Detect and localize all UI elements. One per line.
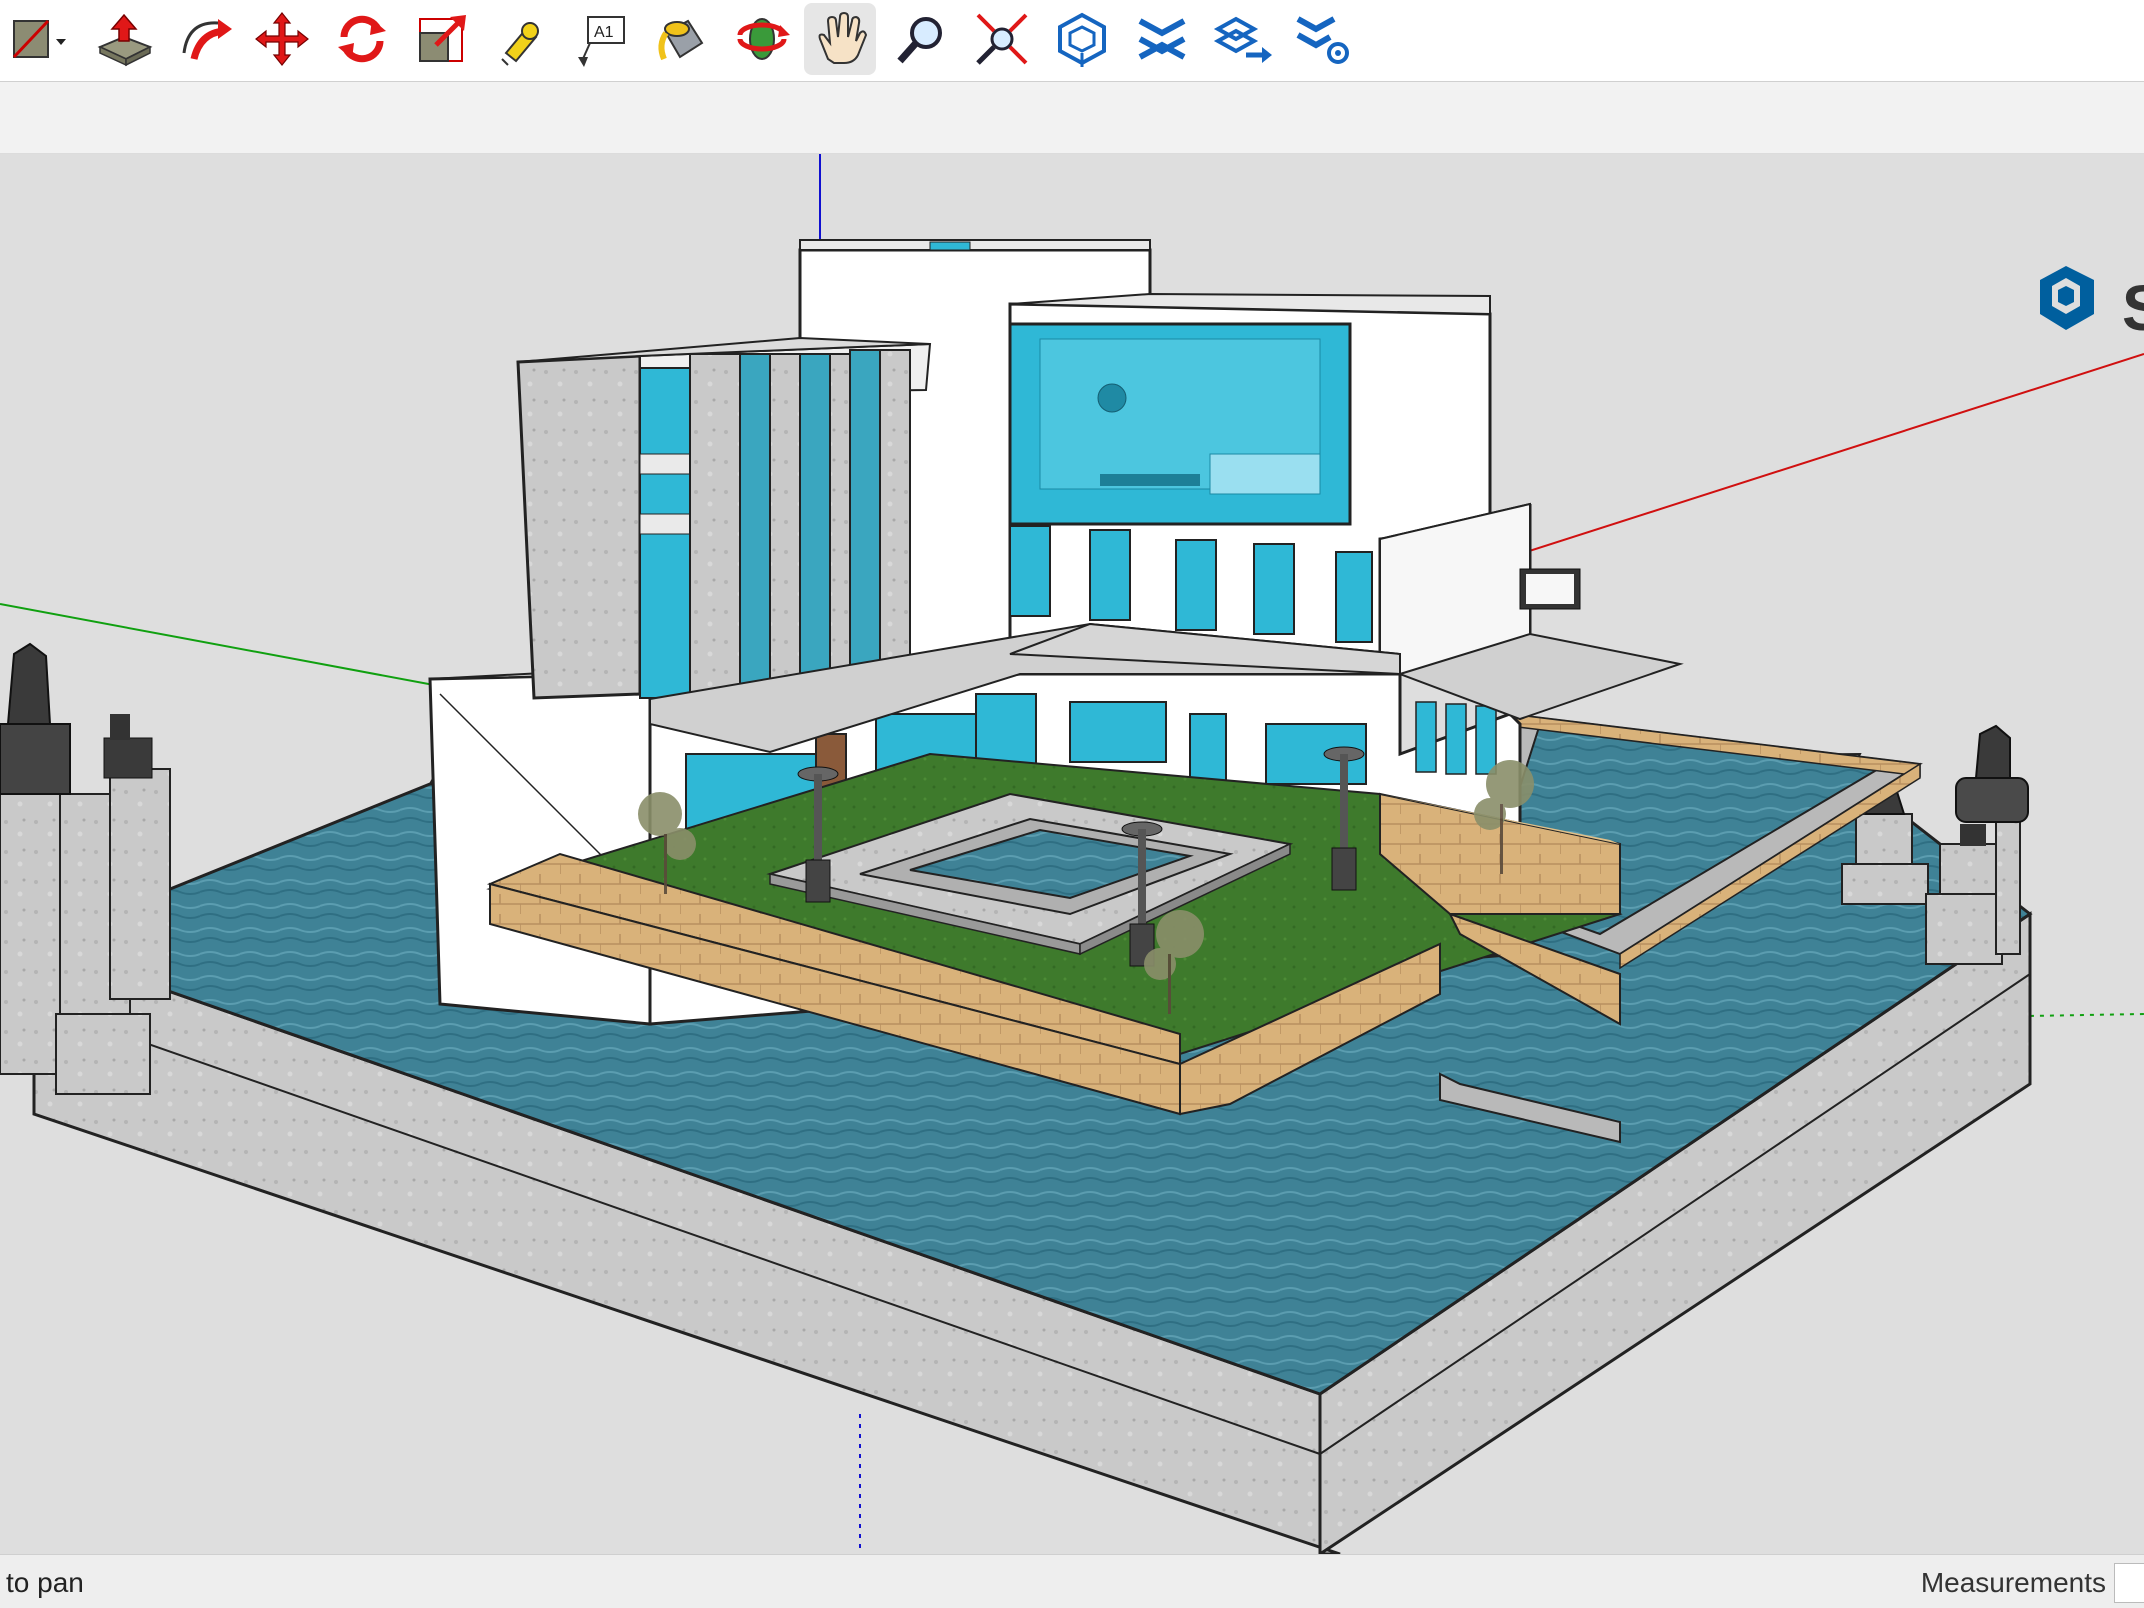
extension-warehouse-icon: [1138, 18, 1186, 60]
zoom-extents-icon: [976, 13, 1028, 65]
move-tool-button[interactable]: [246, 3, 318, 75]
push-pull-tool-button[interactable]: [88, 3, 160, 75]
tape-measure-icon: [501, 22, 539, 66]
orbit-icon: [737, 18, 790, 60]
window: [1089, 529, 1131, 621]
pan-tool-button[interactable]: [804, 3, 876, 75]
zoom-icon: [897, 17, 942, 64]
measurements-label: Measurements: [1920, 1567, 2106, 1598]
status-bar: to pan Measurements: [0, 1554, 2144, 1608]
paint-bucket-tool-button[interactable]: [646, 3, 718, 75]
brand-wordmark: S: [2122, 272, 2144, 344]
scale-icon: [419, 15, 466, 62]
status-hint: to pan: [6, 1567, 84, 1598]
model-scene: S: [0, 154, 2144, 1554]
red-axis: [1519, 353, 2144, 555]
3d-warehouse-button[interactable]: [1046, 3, 1118, 75]
text-tool-button[interactable]: A1: [566, 3, 638, 75]
rotate-icon: [338, 15, 386, 63]
move-icon: [255, 12, 309, 66]
send-to-layout-icon: [1213, 16, 1272, 63]
push-pull-icon: [97, 13, 153, 67]
pan-hand-icon: [818, 11, 868, 64]
tape-measure-tool-button[interactable]: [486, 3, 558, 75]
window: [1253, 543, 1295, 635]
measurements-input[interactable]: [2114, 1563, 2144, 1603]
follow-me-icon: [182, 19, 232, 60]
follow-me-tool-button[interactable]: [168, 3, 240, 75]
extension-manager-icon: [1296, 16, 1349, 64]
extension-warehouse-button[interactable]: [1126, 3, 1198, 75]
toolbar-secondary-strip: [0, 82, 2144, 154]
line-tool-button[interactable]: [0, 3, 72, 75]
main-toolbar: A1: [0, 0, 2144, 82]
extension-manager-button[interactable]: [1286, 3, 1358, 75]
left-sculptures: [0, 642, 171, 1095]
window: [1009, 525, 1051, 617]
window: [1335, 551, 1373, 643]
sketchup-window: A1 S to pan Measurements: [0, 0, 2144, 1608]
green-axis: [0, 603, 451, 689]
left-stone-tower: [516, 354, 642, 700]
rotate-tool-button[interactable]: [326, 3, 398, 75]
3d-model-viewport[interactable]: S: [0, 154, 2144, 1554]
3d-warehouse-icon: [1058, 12, 1106, 67]
zoom-extents-tool-button[interactable]: [966, 3, 1038, 75]
window: [1175, 539, 1217, 631]
send-to-layout-button[interactable]: [1206, 3, 1278, 75]
sketchup-logo: [2040, 266, 2094, 330]
orbit-tool-button[interactable]: [726, 3, 798, 75]
paint-bucket-icon: [658, 19, 704, 61]
svg-text:A1: A1: [594, 24, 614, 41]
zoom-tool-button[interactable]: [886, 3, 958, 75]
text-label-icon: A1: [578, 16, 625, 67]
scale-tool-button[interactable]: [406, 3, 478, 75]
line-pencil-icon: [12, 19, 66, 59]
